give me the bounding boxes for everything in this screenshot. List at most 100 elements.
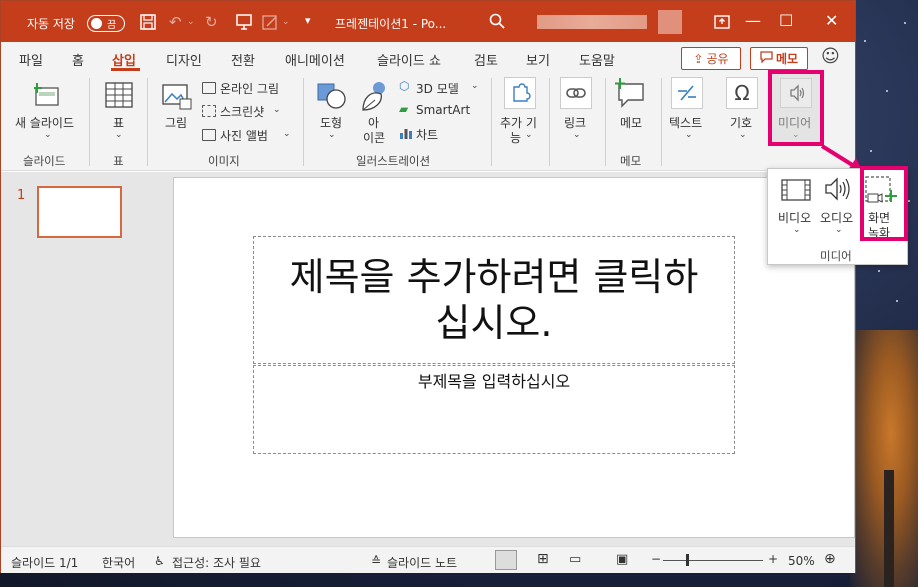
picture-label: 그림 xyxy=(165,116,188,130)
screenshot-icon xyxy=(202,105,216,117)
chevron-down-icon: ⌄ xyxy=(328,130,336,140)
screen-recording-highlight-box xyxy=(860,166,908,241)
group-label-media: 미디어 xyxy=(820,249,852,263)
shapes-label: 도형 xyxy=(320,116,343,130)
save-icon[interactable] xyxy=(139,13,157,35)
redo-icon[interactable]: ↻ xyxy=(205,13,218,31)
active-tab-indicator xyxy=(111,68,140,71)
chevron-down-icon: ⌄ xyxy=(273,105,281,115)
online-picture-icon xyxy=(202,82,216,94)
avatar[interactable] xyxy=(658,10,682,34)
tab-home[interactable]: 홈 xyxy=(72,50,84,69)
autosave-label: 자동 저장 xyxy=(27,17,75,31)
symbols-label: 기호 xyxy=(730,116,753,130)
text-icon xyxy=(671,77,703,109)
group-label-tables: 표 xyxy=(113,154,124,168)
status-bar: 슬라이드 1/1 한국어 ♿ 접근성: 조사 필요 ≙ 슬라이드 노트 ⊞ ▭ … xyxy=(1,546,855,573)
zoom-slider-track[interactable] xyxy=(663,560,763,561)
slide-count: 슬라이드 1/1 xyxy=(11,556,79,570)
undo-icon[interactable]: ↶ xyxy=(169,13,182,31)
photo-album-label: 사진 앨범 xyxy=(220,129,268,143)
omega-icon: Ω xyxy=(726,77,758,109)
table-label: 표 xyxy=(113,116,125,130)
ribbon-separator xyxy=(303,78,304,166)
share-button[interactable]: ⇪ 공유 xyxy=(681,47,741,70)
ribbon-separator xyxy=(89,78,90,166)
tree-trunk xyxy=(884,470,894,587)
tab-design[interactable]: 디자인 xyxy=(166,50,202,69)
feedback-smiley-icon[interactable]: ☺ xyxy=(821,46,840,67)
tab-help[interactable]: 도움말 xyxy=(579,50,615,69)
title-placeholder-line2: 십시오. xyxy=(435,301,553,345)
title-placeholder[interactable]: 제목을 추가하려면 클릭하 십시오. xyxy=(253,236,735,364)
close-button[interactable]: ✕ xyxy=(825,11,838,30)
accessibility-status[interactable]: 접근성: 조사 필요 xyxy=(172,554,261,571)
account-name-redacted xyxy=(537,15,647,29)
tab-insert[interactable]: 삽입 xyxy=(112,50,136,69)
screenshot-label: 스크린샷 xyxy=(220,105,265,119)
customize-toolbar-icon[interactable]: ▾ xyxy=(305,14,311,27)
ribbon-display-options-icon[interactable] xyxy=(713,13,731,35)
new-slide-label: 새 슬라이드 xyxy=(15,116,75,130)
ribbon-separator xyxy=(491,78,492,166)
new-slide-icon xyxy=(32,83,62,110)
3d-model-icon: ⬡ xyxy=(399,79,410,93)
group-label-images: 이미지 xyxy=(208,154,240,168)
chevron-down-icon: ⌄ xyxy=(44,130,52,140)
search-icon[interactable] xyxy=(488,12,506,34)
tab-file[interactable]: 파일 xyxy=(19,50,43,69)
audio-label: 오디오 xyxy=(820,211,854,225)
comments-label: 메모 xyxy=(775,52,799,66)
photo-album-icon xyxy=(202,129,216,141)
share-label: 공유 xyxy=(706,52,729,66)
night-sky xyxy=(856,0,918,330)
ribbon-separator xyxy=(147,78,148,166)
draw-icon[interactable] xyxy=(261,13,279,35)
chevron-down-icon: ⌄ xyxy=(115,130,123,140)
addins-icon xyxy=(504,77,536,109)
autosave-toggle[interactable]: 끔 xyxy=(87,15,125,32)
ribbon-separator xyxy=(605,78,606,166)
draw-dropdown-icon[interactable]: ⌄ xyxy=(282,17,290,27)
ribbon-insert: 새 슬라이드 ⌄ 슬라이드 표 ⌄ 표 그림 온라인 그림 스크린샷 ⌄ 사진 … xyxy=(1,74,855,171)
language[interactable]: 한국어 xyxy=(102,554,135,571)
share-icon: ⇪ xyxy=(693,51,704,66)
title-placeholder-line1: 제목을 추가하려면 클릭하 xyxy=(289,255,699,299)
zoom-slider-thumb[interactable] xyxy=(686,554,689,566)
normal-view-icon[interactable] xyxy=(495,550,517,570)
present-from-start-icon[interactable] xyxy=(235,13,253,35)
chevron-down-icon: ⌄ xyxy=(739,130,747,140)
online-picture-label: 온라인 그림 xyxy=(220,82,280,96)
subtitle-placeholder[interactable]: 부제목을 입력하십시오 xyxy=(253,365,735,454)
table-icon xyxy=(105,82,133,111)
zoom-out-button[interactable]: − xyxy=(651,552,661,566)
link-icon xyxy=(560,77,592,109)
chevron-down-icon: ⌄ xyxy=(573,130,581,140)
slide-thumbnail[interactable] xyxy=(37,186,122,238)
group-label-slides: 슬라이드 xyxy=(23,154,66,168)
addins-label-line2: 능 xyxy=(510,131,522,145)
tab-view[interactable]: 보기 xyxy=(526,50,550,69)
slide-sorter-icon[interactable]: ⊞ xyxy=(537,551,549,567)
tab-slideshow[interactable]: 슬라이드 쇼 xyxy=(377,50,441,69)
tab-review[interactable]: 검토 xyxy=(474,50,498,69)
chevron-down-icon: ⌄ xyxy=(685,130,693,140)
reading-view-icon[interactable]: ▭ xyxy=(569,552,581,567)
zoom-level[interactable]: 50% xyxy=(788,554,815,568)
icons-label-line2: 이콘 xyxy=(363,131,386,145)
undo-dropdown-icon[interactable]: ⌄ xyxy=(187,17,195,27)
picture-icon xyxy=(162,82,192,113)
maximize-button[interactable]: ☐ xyxy=(779,11,793,30)
comments-button[interactable]: 메모 xyxy=(750,47,808,70)
chevron-down-icon: ⌄ xyxy=(835,225,843,235)
smartart-label: SmartArt xyxy=(416,103,471,117)
shapes-icon xyxy=(317,82,347,113)
minimize-button[interactable]: — xyxy=(745,11,761,30)
notes-button[interactable]: 슬라이드 노트 xyxy=(387,554,457,571)
zoom-in-button[interactable]: + xyxy=(768,552,778,566)
slide-number: 1 xyxy=(17,188,26,203)
fit-to-window-icon[interactable]: ⊕ xyxy=(824,551,836,567)
tab-animations[interactable]: 애니메이션 xyxy=(285,50,345,69)
slideshow-view-icon[interactable]: ▣ xyxy=(616,552,628,567)
tab-transitions[interactable]: 전환 xyxy=(231,50,255,69)
